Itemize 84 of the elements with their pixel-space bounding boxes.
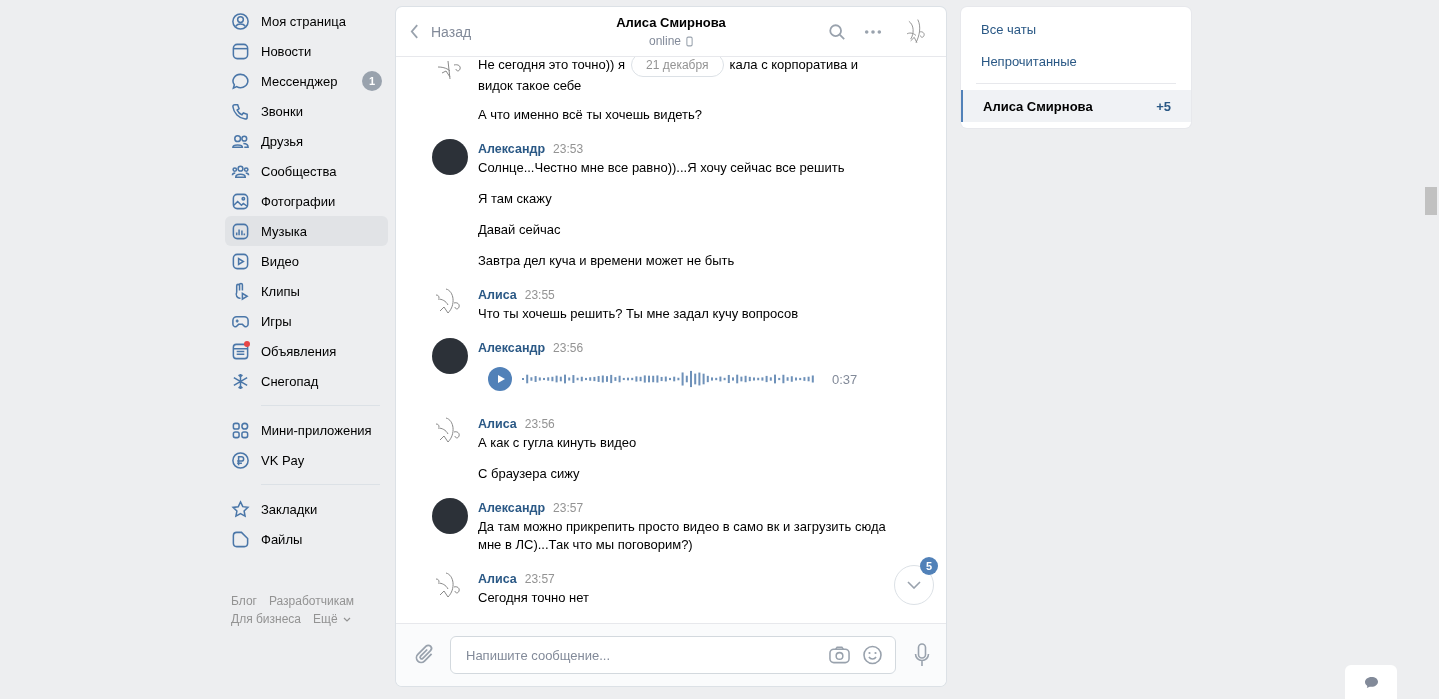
nav-item[interactable]: Видео bbox=[225, 246, 388, 276]
message-text: А что именно всё ты хочешь видеть? bbox=[478, 106, 703, 124]
message-time: 23:56 bbox=[553, 341, 584, 355]
message-text: Не сегодня это точно)) я bbox=[478, 57, 626, 74]
star-icon bbox=[231, 499, 250, 519]
message-field[interactable]: Напишите сообщение... bbox=[450, 636, 896, 674]
nav-item[interactable]: Моя страница bbox=[225, 6, 388, 36]
nav-item[interactable]: Файлы bbox=[225, 524, 388, 554]
snow-icon bbox=[231, 371, 250, 391]
video-icon bbox=[231, 251, 250, 271]
search-icon[interactable] bbox=[828, 22, 846, 41]
author-name[interactable]: Александр bbox=[478, 142, 546, 156]
chat-button[interactable] bbox=[1345, 665, 1397, 699]
back-button[interactable]: Назад bbox=[410, 23, 530, 40]
scrollbar-thumb[interactable] bbox=[1425, 187, 1437, 215]
voice-duration: 0:37 bbox=[832, 371, 858, 387]
message-text: Да там можно прикрепить просто видео в само вк и загрузить сюда мне в ЛС)...Так что мы поговорим?) bbox=[478, 518, 887, 554]
filter-link[interactable]: Непрочитанные bbox=[961, 45, 1191, 77]
ads-icon bbox=[231, 341, 250, 361]
author-name[interactable]: Александр bbox=[478, 341, 546, 355]
nav-item[interactable]: Новости bbox=[225, 36, 388, 66]
message-time: 23:56 bbox=[524, 417, 555, 431]
message-text: видок такое себе bbox=[478, 77, 583, 95]
nav-item[interactable]: Звонки bbox=[225, 96, 388, 126]
message-time: 23:53 bbox=[553, 142, 584, 156]
author-name[interactable]: Алиса bbox=[478, 572, 517, 586]
nav-item[interactable]: Мини-приложения bbox=[225, 415, 388, 445]
pay-icon bbox=[231, 450, 250, 470]
avatar-photo[interactable] bbox=[432, 139, 468, 175]
nav-item[interactable]: Друзья bbox=[225, 126, 388, 156]
message-time: 23:57 bbox=[524, 572, 555, 586]
message-text: Что ты хочешь решить? Ты мне задал кучу вопросов bbox=[478, 305, 800, 323]
avatar-photo[interactable] bbox=[432, 338, 468, 374]
user-icon bbox=[231, 11, 250, 31]
message-text: Сегодня точно нет bbox=[478, 589, 590, 607]
speech-bubble-icon bbox=[1363, 676, 1379, 689]
mobile-phone-icon bbox=[686, 35, 693, 47]
avatar-photo[interactable] bbox=[432, 498, 468, 534]
apps-icon bbox=[231, 420, 250, 440]
phone-icon bbox=[231, 101, 250, 121]
contact-name: Алиса Смирнова bbox=[615, 15, 727, 30]
news-icon bbox=[231, 41, 250, 61]
online-status: online bbox=[649, 34, 681, 48]
filter-link[interactable]: Все чаты bbox=[961, 13, 1191, 45]
file-icon bbox=[231, 529, 250, 549]
nav-item[interactable]: Закладки bbox=[225, 494, 388, 524]
nav-item[interactable]: Сообщества bbox=[225, 156, 388, 186]
unread-count: 5 bbox=[920, 557, 938, 575]
message-time: 23:57 bbox=[553, 501, 584, 515]
nav-item[interactable]: Игры bbox=[225, 306, 388, 336]
play-icon bbox=[496, 374, 506, 384]
nav-item[interactable]: Объявления bbox=[225, 336, 388, 366]
nav-item[interactable]: Мессенджер 1 bbox=[225, 66, 388, 96]
chevron-left-icon bbox=[410, 24, 419, 39]
message-time: 23:55 bbox=[524, 288, 555, 302]
nav-item[interactable]: VK Pay bbox=[225, 445, 388, 475]
photo-icon bbox=[231, 191, 250, 211]
nav-item[interactable]: Фотографии bbox=[225, 186, 388, 216]
author-name[interactable]: Алиса bbox=[478, 288, 517, 302]
message-text: Давай сейчас bbox=[478, 221, 562, 239]
message-text: Завтра дел куча и времени может не быть bbox=[478, 252, 736, 270]
nav-item[interactable]: Музыка bbox=[225, 216, 388, 246]
more-icon[interactable] bbox=[864, 28, 882, 35]
message-input[interactable]: Напишите сообщение... bbox=[464, 646, 817, 664]
message-text: кала с корпоратива и bbox=[729, 57, 859, 74]
message-text: А как с гугла кинуть видео bbox=[478, 434, 638, 452]
music-icon bbox=[231, 221, 250, 241]
chevron-down-icon bbox=[907, 581, 921, 589]
nav-item[interactable]: Клипы bbox=[225, 276, 388, 306]
message-text: Я там скажу bbox=[478, 190, 553, 208]
message-text: С браузера сижу bbox=[478, 465, 581, 483]
smiley-icon[interactable] bbox=[862, 645, 883, 665]
author-name[interactable]: Александр bbox=[478, 501, 546, 515]
caret-icon bbox=[342, 616, 351, 622]
date-separator: 21 декабря bbox=[631, 57, 724, 77]
nav-item[interactable]: Снегопад bbox=[225, 366, 388, 396]
microphone-icon[interactable] bbox=[914, 643, 930, 667]
play-button[interactable] bbox=[488, 367, 512, 391]
conversation-item[interactable]: Алиса Смирнова +5 bbox=[961, 90, 1191, 122]
chat-icon bbox=[231, 71, 250, 91]
message-text: Солнце...Честно мне все равно))...Я хочу сейчас все решить bbox=[478, 159, 846, 177]
unread-count: 1 bbox=[362, 71, 382, 91]
author-name[interactable]: Алиса bbox=[478, 417, 517, 431]
camera-icon[interactable] bbox=[829, 645, 850, 665]
